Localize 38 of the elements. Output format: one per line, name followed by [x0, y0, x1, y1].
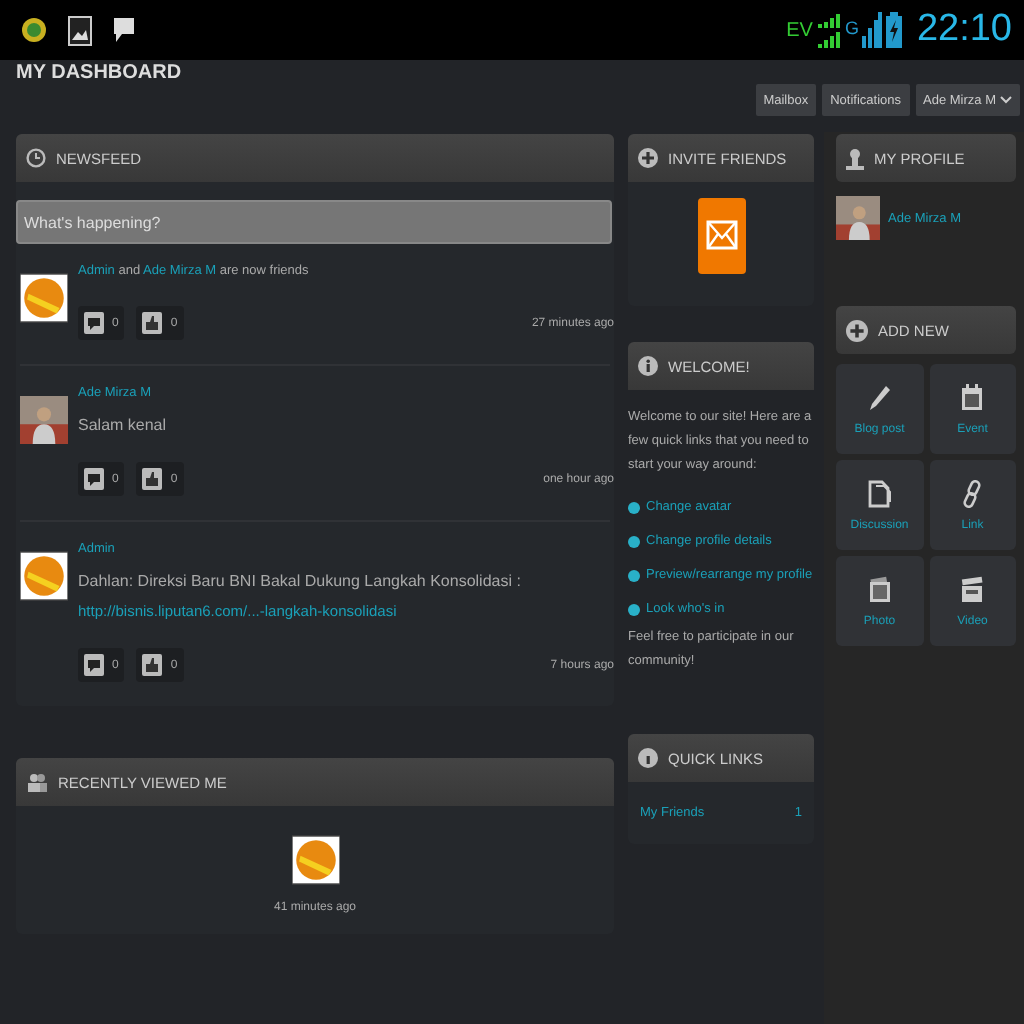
post-message: Salam kenal — [78, 416, 169, 434]
like-icon[interactable] — [142, 654, 163, 676]
plus-icon — [846, 319, 868, 341]
envelope-icon[interactable] — [697, 198, 745, 274]
plus-icon — [638, 148, 658, 168]
users-icon — [26, 772, 48, 792]
page-title: MY DASHBOARD — [16, 60, 182, 84]
chat-icon — [112, 16, 136, 44]
comment-icon[interactable] — [84, 654, 104, 676]
info-icon — [638, 748, 658, 768]
status-input[interactable]: What's happening? — [16, 200, 612, 244]
comment-icon[interactable] — [84, 468, 104, 490]
bullet-icon — [628, 569, 640, 581]
bullet-icon — [628, 535, 640, 547]
chain-link-icon — [960, 479, 985, 507]
clock-icon — [26, 148, 46, 168]
chevron-down-icon — [1000, 96, 1012, 104]
signal-icon — [862, 12, 883, 48]
network-type: EV — [786, 19, 813, 41]
pencil-icon — [867, 383, 892, 411]
info-icon — [638, 356, 658, 376]
comment-icon[interactable] — [84, 312, 104, 334]
photo-icon — [867, 575, 892, 603]
calendar-icon — [960, 383, 985, 411]
signal-icon — [816, 12, 841, 48]
person-icon — [846, 147, 864, 169]
document-icon — [867, 479, 892, 507]
avatar-icon — [836, 194, 880, 242]
picture-icon — [68, 15, 92, 45]
like-icon[interactable] — [142, 468, 163, 490]
like-icon[interactable] — [142, 312, 163, 334]
video-icon — [960, 575, 985, 603]
clock-time: 22:10 — [916, 8, 1012, 52]
data-type: G — [844, 18, 859, 38]
bullet-icon — [628, 501, 640, 513]
battery-icon — [886, 12, 903, 48]
bullet-icon — [628, 603, 640, 615]
post-message: Dahlan: Direksi Baru BNI Bakal Dukung Langkah Konsolidasi : — [78, 572, 523, 590]
